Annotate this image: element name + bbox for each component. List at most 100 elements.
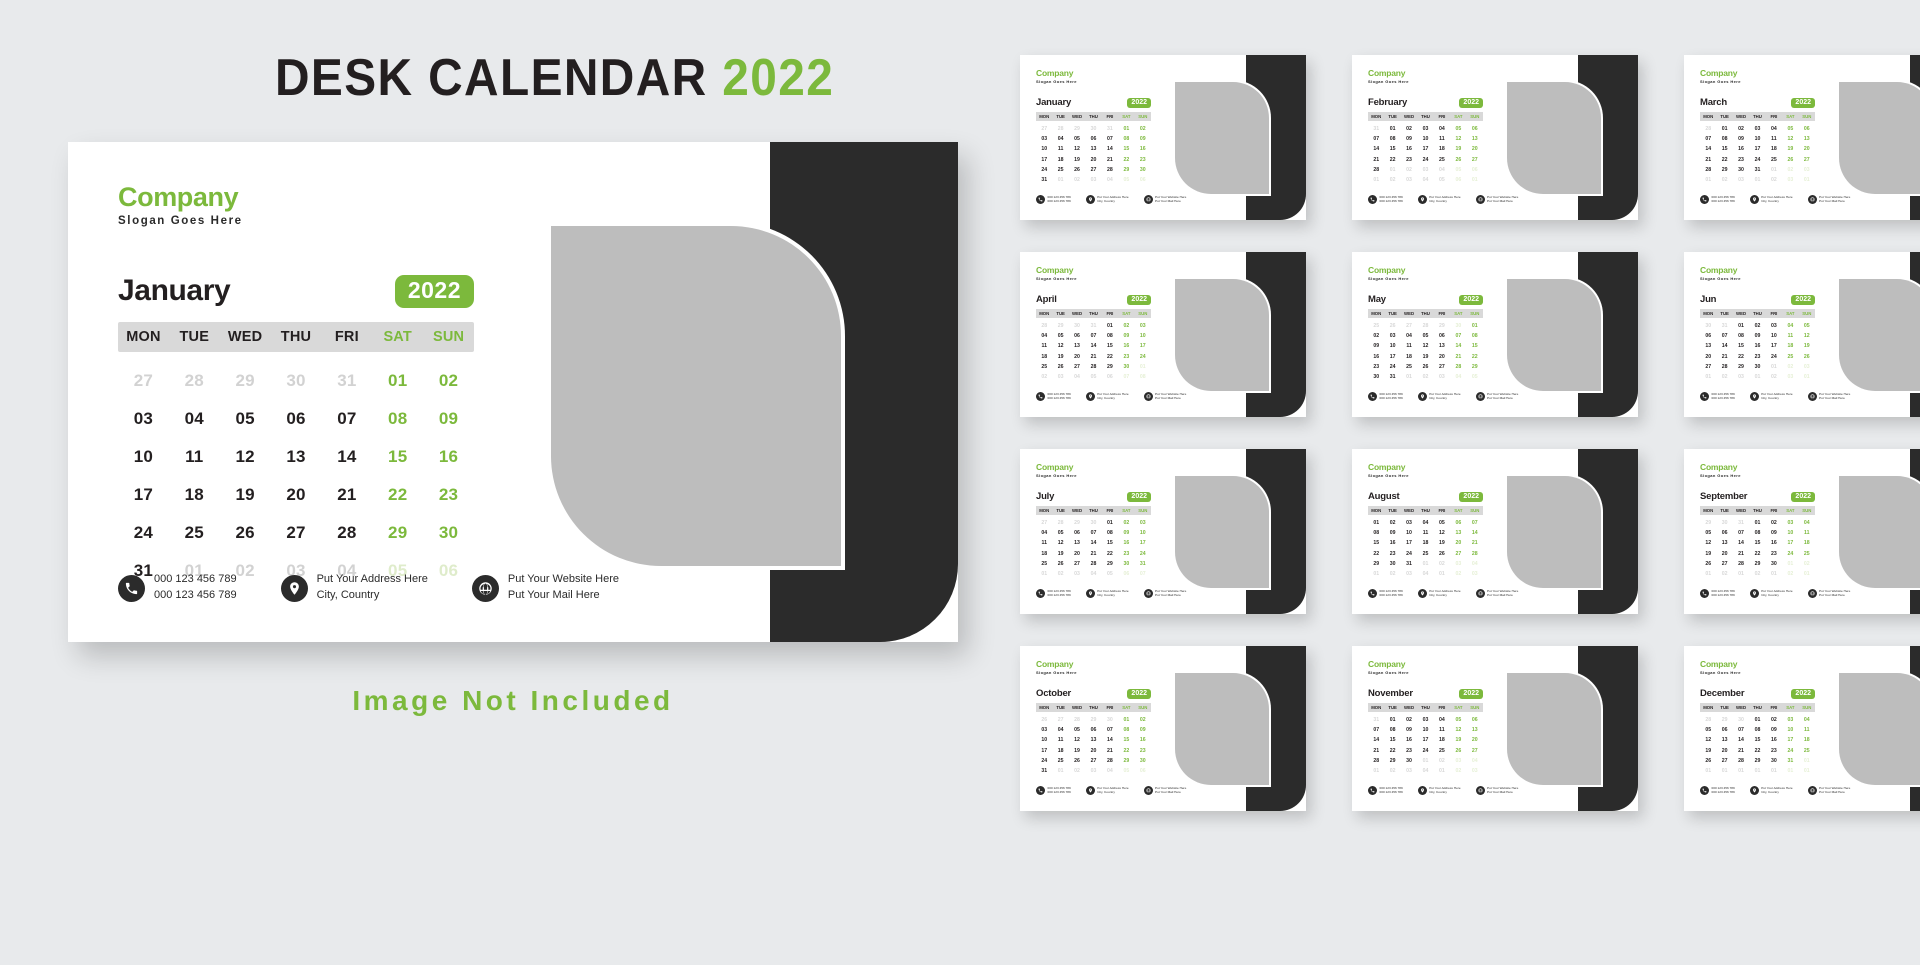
- date-cell: 13: [1705, 343, 1712, 350]
- contact-item[interactable]: Put Your Address Here City, Country: [1749, 392, 1793, 401]
- contact-item[interactable]: Put Your Website Here Put Your Mail Here: [1143, 392, 1186, 401]
- weekday-label-sat: SAT: [1786, 311, 1795, 316]
- contact-item[interactable]: Put Your Website Here Put Your Mail Here: [1143, 195, 1186, 204]
- date-cell-adjacent: 01: [1406, 374, 1412, 381]
- contact-item[interactable]: 000 123 456 789 000 123 456 789: [1368, 392, 1403, 401]
- contact-text: Put Your Address Here City, Country: [1429, 195, 1460, 204]
- contact-item[interactable]: 000 123 456 789 000 123 456 789: [1368, 589, 1403, 598]
- month-thumbnail-october[interactable]: Company Slogan Goes Here October 2022 MON TUE…: [1020, 646, 1306, 811]
- weekday-label-wed: WED: [1072, 705, 1083, 710]
- contact-item[interactable]: Put Your Website Here Put Your Mail Here: [1807, 392, 1850, 401]
- contact-item[interactable]: Put Your Address Here City, Country: [1085, 392, 1129, 401]
- date-cell: 03: [1041, 136, 1048, 143]
- contact-item[interactable]: Put Your Website Here Put Your Mail Here: [1475, 392, 1518, 401]
- contact-item[interactable]: 000 123 456 789 000 123 456 789: [1036, 589, 1071, 598]
- month-thumbnail-july[interactable]: Company Slogan Goes Here July 2022 MON TUE WED…: [1020, 449, 1306, 614]
- weekday-label-mon: MON: [1039, 508, 1050, 513]
- date-cell: 30: [1738, 166, 1744, 173]
- date-cell: 10: [1139, 530, 1146, 537]
- contact-item[interactable]: Put Your Address Here City, Country: [1417, 195, 1461, 204]
- contact-item[interactable]: Put Your Address Here City, Country: [1417, 589, 1461, 598]
- month-thumbnail-may[interactable]: Company Slogan Goes Here May 2022 MON TUE WED T…: [1352, 252, 1638, 417]
- contact-item[interactable]: Put Your Website Here Put Your Mail Here: [1143, 786, 1186, 795]
- thumb-brand-slogan: Slogan Goes Here: [1700, 473, 1741, 478]
- weekday-label-sun: SUN: [1470, 114, 1480, 119]
- contact-item[interactable]: 000 123 456 789 000 123 456 789: [1368, 195, 1403, 204]
- contact-item[interactable]: 000 123 456 789 000 123 456 789: [1036, 195, 1071, 204]
- contact-item[interactable]: Put Your Website Here Put Your Mail Here: [1807, 195, 1850, 204]
- contact-item[interactable]: Put Your Address Here City, Country: [1085, 195, 1129, 204]
- date-cell: 27: [1721, 757, 1728, 764]
- contact-item[interactable]: Put Your Website Here Put Your Mail Here: [1143, 589, 1186, 598]
- month-thumbnail-november[interactable]: Company Slogan Goes Here November 2022 MON TU…: [1352, 646, 1638, 811]
- contact-item[interactable]: Put Your Address Here City, Country: [1749, 589, 1793, 598]
- date-cell: 20: [1455, 540, 1462, 547]
- thumb-weekday-row: MON TUE WED THU FRI SAT SUN: [1368, 112, 1483, 121]
- thumb-brand-name: Company: [1700, 265, 1738, 275]
- date-cell: 11: [1804, 530, 1810, 537]
- date-cell: 21: [1090, 353, 1097, 360]
- contact-line-2: 000 123 456 789: [1379, 593, 1403, 598]
- contact-item[interactable]: 000 123 456 789 000 123 456 789: [1036, 786, 1071, 795]
- contact-item[interactable]: Put Your Website Here Put Your Mail Here: [1807, 589, 1850, 598]
- contact-item[interactable]: Put Your Website Here Put Your Mail Here: [1475, 589, 1518, 598]
- contact-item[interactable]: Put Your Address Here City, Country: [280, 572, 428, 604]
- date-cell: 17: [1041, 156, 1048, 163]
- contact-item[interactable]: Put Your Website Here Put Your Mail Here: [471, 572, 619, 604]
- date-cell: 25: [1439, 747, 1445, 754]
- date-cell: 16: [1771, 540, 1777, 547]
- contact-item[interactable]: 000 123 456 789 000 123 456 789: [1700, 786, 1735, 795]
- month-thumbnail-august[interactable]: Company Slogan Goes Here August 2022 MON TUE W…: [1352, 449, 1638, 614]
- weekday-label-thu: THU: [1753, 311, 1762, 316]
- month-thumbnail-april[interactable]: Company Slogan Goes Here April 2022 MON TUE WE…: [1020, 252, 1306, 417]
- contact-item[interactable]: 000 123 456 789 000 123 456 789: [1700, 589, 1735, 598]
- contact-item[interactable]: 000 123 456 789 000 123 456 789: [118, 572, 237, 604]
- weekday-label-sun: SUN: [1138, 311, 1148, 316]
- month-thumbnail-march[interactable]: Company Slogan Goes Here March 2022 MON TUE WE…: [1684, 55, 1920, 220]
- contact-item[interactable]: 000 123 456 789 000 123 456 789: [1700, 392, 1735, 401]
- contact-item[interactable]: Put Your Website Here Put Your Mail Here: [1807, 786, 1850, 795]
- contact-item[interactable]: Put Your Address Here City, Country: [1749, 786, 1793, 795]
- date-cell: 29: [1373, 560, 1380, 567]
- thumb-date-grid: 29 30 31 01 02 03 04 05 06 07 08 09 10 11 12 13 14 15 16 17…: [1700, 518, 1815, 579]
- weekday-label-sun: SUN: [1802, 705, 1812, 710]
- contact-item[interactable]: Put Your Website Here Put Your Mail Here: [1475, 195, 1518, 204]
- contact-item[interactable]: 000 123 456 789 000 123 456 789: [1700, 195, 1735, 204]
- date-cell: 19: [235, 485, 255, 504]
- date-cell: 11: [1057, 737, 1064, 744]
- month-thumbnail-january[interactable]: Company Slogan Goes Here January 2022 MON TUE…: [1020, 55, 1306, 220]
- thumb-brand-slogan: Slogan Goes Here: [1036, 670, 1077, 675]
- location-pin-icon: [1749, 194, 1759, 204]
- contact-item[interactable]: Put Your Address Here City, Country: [1749, 194, 1793, 204]
- month-thumbnail-september[interactable]: Company Slogan Goes Here September 2022 MON T…: [1684, 449, 1920, 614]
- date-cell: 03: [1787, 520, 1794, 527]
- weekday-label-mon: MON: [1039, 705, 1050, 710]
- date-cell: 16: [438, 447, 459, 466]
- contact-item[interactable]: Put Your Website Here Put Your Mail Here: [1475, 786, 1518, 795]
- date-cell: 22: [1721, 156, 1728, 163]
- date-cell-adjacent: 02: [1422, 374, 1429, 381]
- contact-item[interactable]: Put Your Address Here City, Country: [1085, 589, 1129, 598]
- weekday-label-fri: FRI: [1438, 705, 1446, 710]
- date-cell-adjacent: 04: [1439, 166, 1445, 173]
- date-cell: 22: [1471, 353, 1478, 360]
- date-cell-adjacent: 03: [1471, 768, 1478, 775]
- contact-item[interactable]: Put Your Address Here City, Country: [1085, 786, 1129, 795]
- thumb-contact-footer: 000 123 456 789 000 123 456 789 Put Your A…: [1700, 786, 1850, 795]
- contact-line-2: Put Your Mail Here: [1819, 593, 1845, 598]
- contact-item[interactable]: Put Your Address Here City, Country: [1417, 392, 1461, 401]
- date-cell: 13: [1721, 540, 1728, 547]
- thumb-photo-placeholder: [1175, 279, 1269, 391]
- date-cell: 10: [1787, 530, 1794, 537]
- contact-item[interactable]: 000 123 456 789 000 123 456 789: [1368, 786, 1403, 795]
- month-thumbnail-february[interactable]: Company Slogan Goes Here February 2022 MON TU…: [1352, 55, 1638, 220]
- contact-item[interactable]: Put Your Address Here City, Country: [1417, 786, 1461, 795]
- weekday-label-tue: TUE: [1388, 508, 1397, 513]
- month-thumbnail-jun[interactable]: Company Slogan Goes Here Jun 2022 MON TUE WED T…: [1684, 252, 1920, 417]
- date-cell: 12: [1057, 343, 1064, 350]
- month-thumbnail-december[interactable]: Company Slogan Goes Here December 2022 MON TU…: [1684, 646, 1920, 811]
- date-cell-adjacent: 31: [1107, 126, 1113, 133]
- contact-item[interactable]: 000 123 456 789 000 123 456 789: [1036, 392, 1071, 401]
- thumb-calendar-header: November 2022: [1368, 688, 1483, 699]
- phone-icon: [1700, 785, 1709, 795]
